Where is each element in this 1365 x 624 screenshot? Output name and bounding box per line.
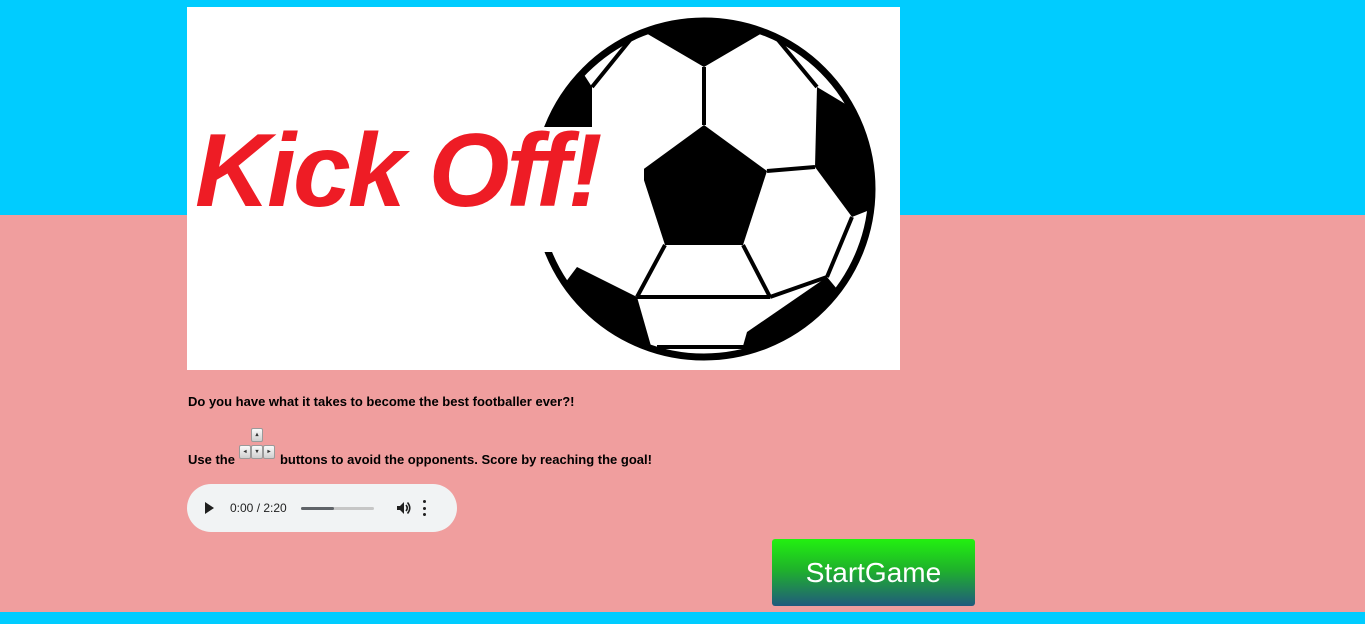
arrow-keys-icon: ▴ ◂ ▾ ▸ [238,427,275,463]
intro-text: Do you have what it takes to become the … [188,394,575,409]
kick-off-banner: Kick Off! [187,7,900,370]
audio-progress-fill [300,506,334,510]
instructions-before: Use the [188,452,235,467]
audio-time: 0:00 / 2:20 [230,501,287,515]
down-key-icon: ▾ [250,445,263,459]
audio-progress-slider[interactable] [300,506,374,510]
left-key-icon: ◂ [238,445,251,459]
instructions-after: buttons to avoid the opponents. Score by… [279,452,652,467]
right-key-icon: ▸ [262,445,275,459]
more-options-icon[interactable] [422,500,428,516]
game-title: Kick Off! [195,113,602,229]
instructions-text: Use the ▴ ◂ ▾ ▸ buttons to avoid the opp… [188,427,652,467]
start-game-button[interactable]: StartGame [772,539,975,606]
bottom-background-band [0,612,1365,624]
up-key-icon: ▴ [250,428,263,442]
volume-icon[interactable] [396,500,412,516]
audio-player[interactable]: 0:00 / 2:20 [187,484,457,532]
play-icon[interactable] [205,502,214,514]
